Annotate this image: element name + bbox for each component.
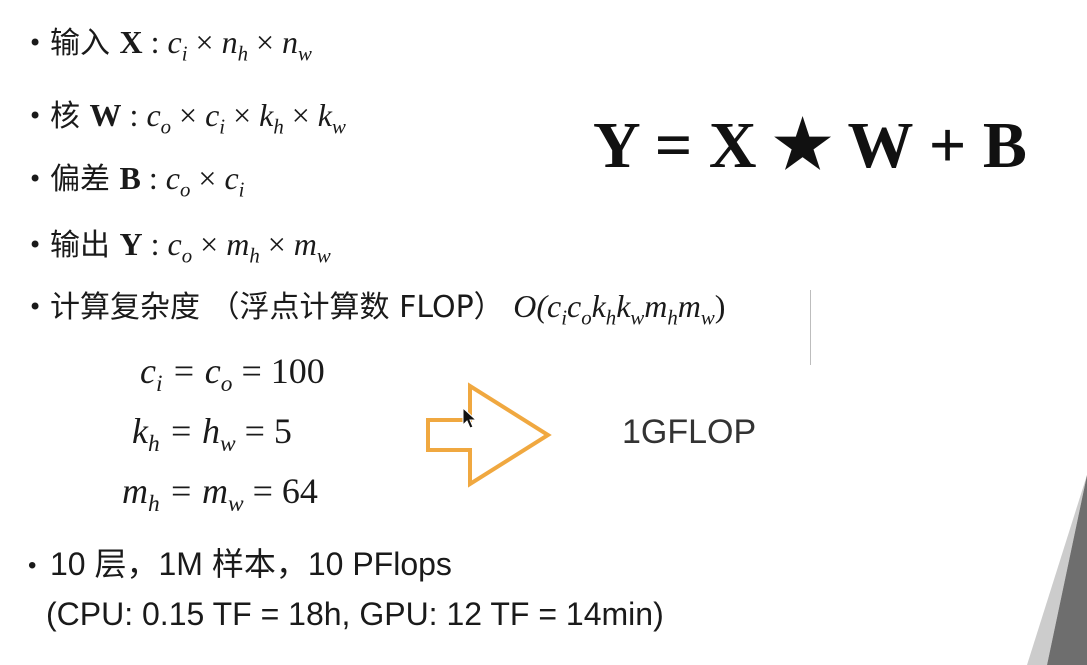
bullet-dot: • [28,165,43,193]
complexity-formula: O(cicokhkwmhmw) [513,288,726,330]
bullet-input: • 输入 X : ci × nh × nw [28,22,312,64]
equation-kernel-size: kh = hw = 5 [132,411,292,458]
bias-dims: B : co × ci [119,160,245,202]
bullet-dot: • [28,231,43,259]
input-label: 输入 [50,26,110,61]
bullet-complexity: • 计算复杂度 （浮点计算数 FLOP） O(cicokhkwmhmw) [28,286,725,328]
corner-decoration [1027,475,1087,665]
bullet-output: • 输出 Y : co × mh × mw [28,224,331,266]
layers-text: 10 层，1M 样本，10 PFlops [50,546,452,582]
output-label: 输出 [50,228,110,263]
result-label: 1GFLOP [622,413,757,451]
right-arrow-icon [426,382,552,488]
complexity-label: 计算复杂度 （浮点计算数 FLOP） [50,290,504,325]
compute-estimate: (CPU: 0.15 TF = 18h, GPU: 12 TF = 14min) [46,596,664,632]
bullet-layers: • 10 层，1M 样本，10 PFlops [28,544,452,586]
bullet-kernel: • 核 W : co × ci × kh × kw [28,95,346,137]
bullet-dot: • [28,293,43,321]
equation-output-size: mh = mw = 64 [122,471,318,518]
mouse-cursor-icon [462,407,478,429]
bias-label: 偏差 [50,162,110,197]
input-dims: X : ci × nh × nw [119,24,312,66]
bullet-dot: • [28,102,43,130]
main-formula: Y = X ★ W + B [593,109,1027,182]
kernel-dims: W : co × ci × kh × kw [89,97,346,139]
divider-line [810,290,811,365]
bullet-dot: • [28,29,43,57]
bullet-dot: • [28,552,37,579]
slide: • 输入 X : ci × nh × nw • 核 W : co × ci × kh… [0,0,1087,665]
output-dims: Y : co × mh × mw [119,226,331,268]
bullet-bias: • 偏差 B : co × ci [28,158,244,200]
equation-channels: ci = co = 100 [140,351,325,398]
kernel-label: 核 [50,99,80,134]
